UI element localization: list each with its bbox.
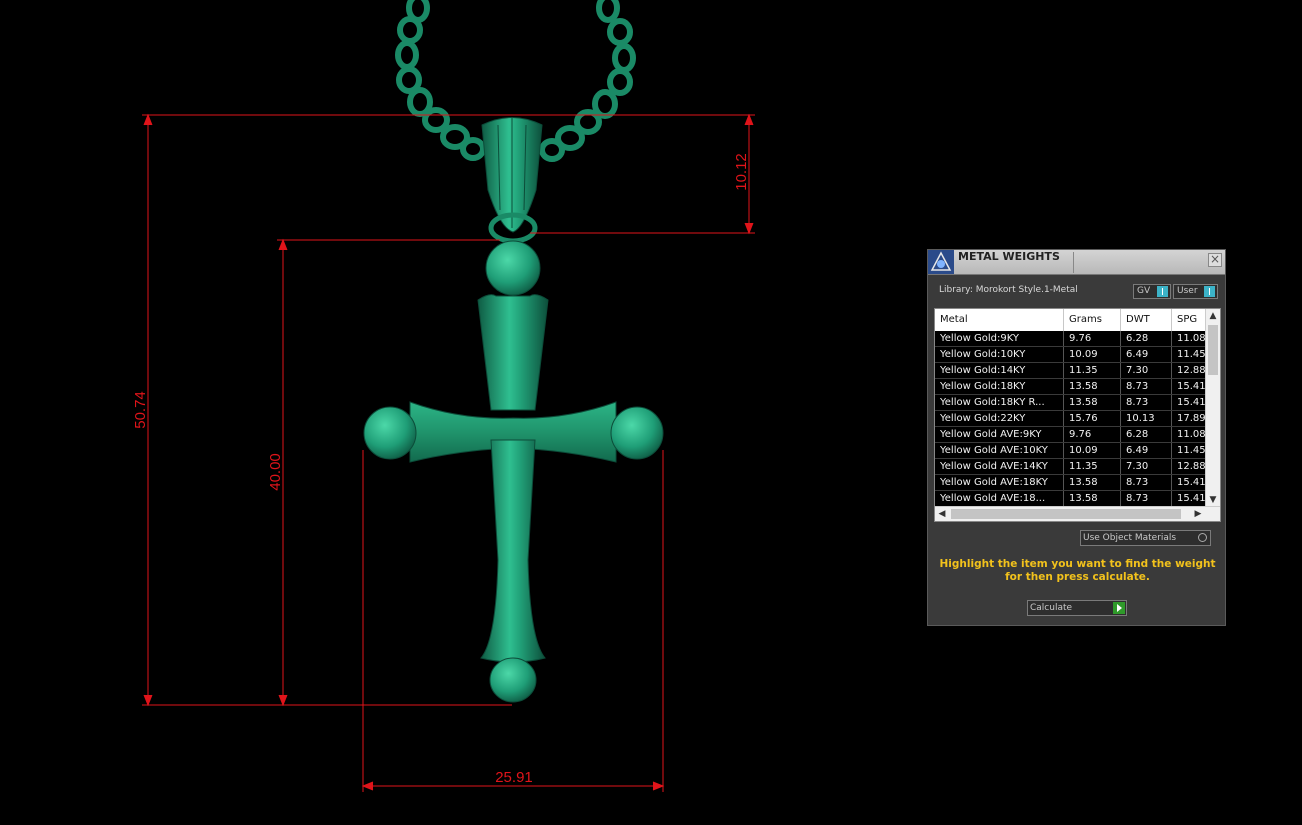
table-cell: Yellow Gold:14KY	[935, 363, 1064, 378]
table-cell: 7.30	[1121, 459, 1172, 474]
table-cell: Yellow Gold AVE:18...	[935, 491, 1064, 506]
table-row[interactable]: Yellow Gold AVE:9KY 9.76 6.28 11.08	[935, 427, 1212, 443]
column-header-metal[interactable]: Metal	[935, 309, 1064, 331]
metal-table[interactable]: Metal Grams DWT SPG Yellow Gold:9KY 9.76 6…	[934, 308, 1221, 522]
table-cell: 15.76	[1064, 411, 1121, 426]
table-header: Metal Grams DWT SPG	[935, 309, 1212, 331]
table-row[interactable]: Yellow Gold AVE:10KY 10.09 6.49 11.45	[935, 443, 1212, 459]
table-cell: 9.76	[1064, 427, 1121, 442]
table-row[interactable]: Yellow Gold:10KY 10.09 6.49 11.45	[935, 347, 1212, 363]
scroll-left-icon[interactable]: ◀	[935, 507, 949, 521]
table-cell: 10.09	[1064, 443, 1121, 458]
column-header-grams[interactable]: Grams	[1064, 309, 1121, 331]
table-cell: Yellow Gold:22KY	[935, 411, 1064, 426]
app-logo-icon	[928, 250, 954, 274]
user-toggle-label: User	[1177, 286, 1198, 296]
table-cell: Yellow Gold:9KY	[935, 331, 1064, 346]
scroll-thumb-horizontal[interactable]	[951, 509, 1181, 519]
table-cell: Yellow Gold AVE:14KY	[935, 459, 1064, 474]
table-cell: Yellow Gold:18KY R...	[935, 395, 1064, 410]
title-divider	[1073, 252, 1074, 273]
table-cell: Yellow Gold AVE:10KY	[935, 443, 1064, 458]
table-row[interactable]: Yellow Gold AVE:18... 13.58 8.73 15.41	[935, 491, 1212, 507]
user-toggle[interactable]: User	[1173, 284, 1218, 299]
table-row[interactable]: Yellow Gold:18KY R... 13.58 8.73 15.41	[935, 395, 1212, 411]
cross-pendant	[363, 240, 664, 703]
radio-icon	[1198, 533, 1207, 542]
dim-total-height: 50.74	[132, 391, 149, 429]
table-cell: 13.58	[1064, 475, 1121, 490]
table-cell: 8.73	[1121, 491, 1172, 506]
table-row[interactable]: Yellow Gold:18KY 13.58 8.73 15.41	[935, 379, 1212, 395]
table-cell: 13.58	[1064, 395, 1121, 410]
scroll-down-icon[interactable]: ▼	[1206, 493, 1220, 507]
table-row[interactable]: Yellow Gold:22KY 15.76 10.13 17.89	[935, 411, 1212, 427]
hint-text: Highlight the item you want to find the …	[939, 558, 1216, 583]
table-cell: 11.35	[1064, 363, 1121, 378]
table-cell: 6.28	[1121, 331, 1172, 346]
table-cell: 11.35	[1064, 459, 1121, 474]
table-cell: Yellow Gold:10KY	[935, 347, 1064, 362]
table-body: Yellow Gold:9KY 9.76 6.28 11.08 Yellow Gold:…	[935, 331, 1212, 507]
table-cell: 8.73	[1121, 379, 1172, 394]
use-object-materials-label: Use Object Materials	[1083, 533, 1177, 543]
scroll-thumb[interactable]	[1208, 325, 1218, 375]
dim-width: 25.91	[495, 769, 533, 786]
use-object-materials-button[interactable]: Use Object Materials	[1080, 530, 1211, 546]
bail	[481, 117, 543, 244]
table-cell: 6.49	[1121, 347, 1172, 362]
table-cell: 9.76	[1064, 331, 1121, 346]
dim-bail-height: 10.12	[733, 153, 750, 191]
panel-title: METAL WEIGHTS	[958, 250, 1060, 263]
table-cell: 6.28	[1121, 427, 1172, 442]
horizontal-scrollbar[interactable]: ◀ ▶	[935, 506, 1220, 521]
table-cell: 13.58	[1064, 379, 1121, 394]
gv-toggle[interactable]: GV	[1133, 284, 1171, 299]
table-cell: Yellow Gold AVE:9KY	[935, 427, 1064, 442]
table-cell: 13.58	[1064, 491, 1121, 506]
table-cell: 10.13	[1121, 411, 1172, 426]
table-cell: 8.73	[1121, 475, 1172, 490]
library-label: Library: Morokort Style.1-Metal	[939, 285, 1078, 295]
panel-titlebar[interactable]: METAL WEIGHTS ×	[928, 250, 1225, 275]
scroll-right-icon[interactable]: ▶	[1191, 507, 1205, 521]
table-row[interactable]: Yellow Gold:9KY 9.76 6.28 11.08	[935, 331, 1212, 347]
close-button[interactable]: ×	[1208, 253, 1222, 267]
table-row[interactable]: Yellow Gold AVE:18KY 13.58 8.73 15.41	[935, 475, 1212, 491]
table-cell: 10.09	[1064, 347, 1121, 362]
table-row[interactable]: Yellow Gold:14KY 11.35 7.30 12.88	[935, 363, 1212, 379]
play-icon	[1113, 602, 1125, 614]
toggle-switch-icon	[1204, 286, 1215, 297]
table-cell: 6.49	[1121, 443, 1172, 458]
calculate-button[interactable]: Calculate	[1027, 600, 1127, 616]
table-cell: Yellow Gold AVE:18KY	[935, 475, 1064, 490]
metal-weights-panel: METAL WEIGHTS × Library: Morokort Style.…	[927, 249, 1226, 626]
table-cell: Yellow Gold:18KY	[935, 379, 1064, 394]
toggle-switch-icon	[1157, 286, 1168, 297]
vertical-scrollbar[interactable]: ▲ ▼	[1205, 309, 1220, 507]
gv-toggle-label: GV	[1137, 286, 1151, 296]
table-cell: 8.73	[1121, 395, 1172, 410]
table-cell: 7.30	[1121, 363, 1172, 378]
scroll-up-icon[interactable]: ▲	[1206, 309, 1220, 323]
table-row[interactable]: Yellow Gold AVE:14KY 11.35 7.30 12.88	[935, 459, 1212, 475]
calculate-label: Calculate	[1030, 603, 1073, 613]
dim-cross-height: 40.00	[267, 453, 284, 491]
column-header-dwt[interactable]: DWT	[1121, 309, 1172, 331]
